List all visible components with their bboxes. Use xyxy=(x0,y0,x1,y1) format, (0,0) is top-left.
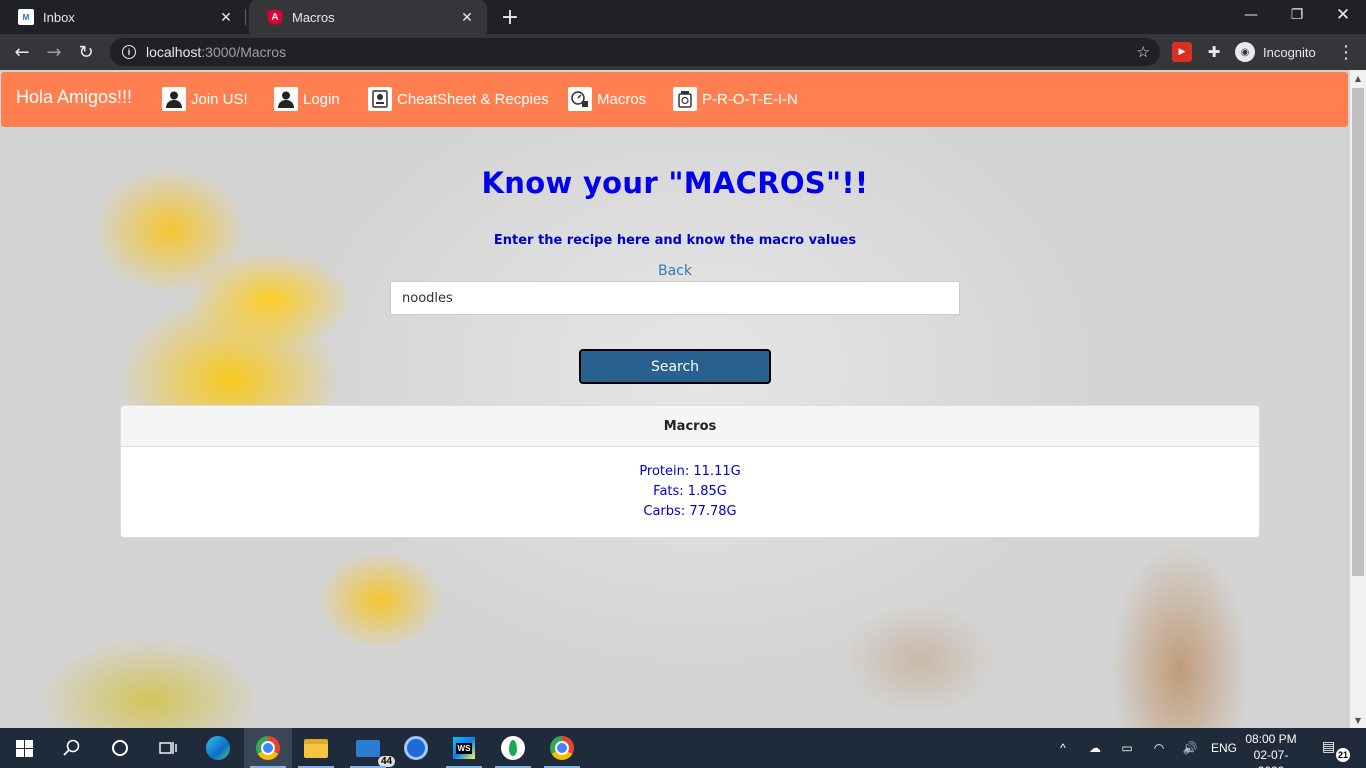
file-explorer-icon[interactable] xyxy=(292,728,340,768)
incognito-icon: ◉ xyxy=(1235,42,1255,62)
language-indicator[interactable]: ENG xyxy=(1208,728,1240,768)
search-button[interactable]: Search xyxy=(579,349,771,384)
puzzle-icon[interactable]: ✚ xyxy=(1204,42,1224,62)
volume-icon[interactable]: 🔊 xyxy=(1178,728,1202,768)
nav-label: Macros xyxy=(597,90,647,108)
user-icon xyxy=(162,87,186,111)
url-host: localhost xyxy=(146,44,202,60)
tab-macros[interactable]: A Macros ✕ xyxy=(249,0,487,34)
incognito-label: Incognito xyxy=(1263,44,1316,60)
angular-icon: A xyxy=(267,9,283,25)
clock-time: 08:00 PM xyxy=(1245,732,1297,746)
info-icon[interactable]: i xyxy=(122,45,136,59)
nav-join-us[interactable]: Join US! xyxy=(162,86,248,112)
macros-values: Protein: 11.11G Fats: 1.85G Carbs: 77.78… xyxy=(121,447,1259,522)
close-icon[interactable]: ✕ xyxy=(218,9,234,26)
envelope-icon: 44 xyxy=(356,739,396,767)
notification-badge: 21 xyxy=(1336,748,1350,762)
tab-title: Inbox xyxy=(43,9,75,25)
show-hidden-icons-chevron-icon[interactable]: ^ xyxy=(1052,728,1074,768)
chrome-icon[interactable] xyxy=(538,728,586,768)
maximize-button[interactable]: ❐ xyxy=(1274,0,1320,30)
page-title: Know your "MACROS"!! xyxy=(481,166,869,200)
nav-macros[interactable]: Macros xyxy=(568,86,646,112)
cortana-icon[interactable] xyxy=(96,728,144,768)
network-error-icon[interactable]: ☁ xyxy=(1084,728,1106,768)
protein-value: Protein: 11.11G xyxy=(639,464,741,479)
page-scrollbar[interactable]: ▲ ▼ xyxy=(1350,70,1366,728)
windows-taskbar: 44 WS ^ ☁ ▭ ◠ 🔊 ENG 08:00 PM 02-07-2020 … xyxy=(0,728,1366,768)
edge-logo xyxy=(206,736,230,760)
chef-icon xyxy=(368,87,392,111)
url-path: :3000/Macros xyxy=(201,44,287,60)
kebab-menu-icon[interactable]: ⋮ xyxy=(1332,38,1360,66)
mongodb-compass-icon[interactable] xyxy=(489,728,537,768)
webstorm-icon[interactable]: WS xyxy=(440,728,488,768)
recipe-search-input[interactable] xyxy=(390,281,960,315)
arc-logo xyxy=(404,736,428,760)
nav-label: Login xyxy=(303,90,340,108)
close-icon[interactable]: ✕ xyxy=(459,9,475,26)
chrome-logo xyxy=(550,736,574,760)
protein-jar-icon xyxy=(673,87,697,111)
tab-strip: M Inbox ✕ A Macros ✕ + — ❐ ✕ xyxy=(0,0,1366,34)
fats-value: Fats: 1.85G xyxy=(653,484,727,499)
brand-title[interactable]: Hola Amigos!!! xyxy=(16,87,132,108)
inbox-icon: M xyxy=(18,9,34,25)
page-subtitle: Enter the recipe here and know the macro… xyxy=(493,233,857,248)
forward-arrow-icon[interactable]: → xyxy=(40,38,68,66)
back-link[interactable]: Back xyxy=(658,263,692,279)
chrome-logo xyxy=(256,736,280,760)
user-icon xyxy=(274,87,298,111)
window-close-button[interactable]: ✕ xyxy=(1320,0,1366,30)
folder-icon xyxy=(304,738,328,758)
start-icon[interactable] xyxy=(0,728,48,768)
wifi-icon[interactable]: ◠ xyxy=(1148,728,1170,768)
back-arrow-icon[interactable]: ← xyxy=(8,38,36,66)
mongodb-leaf-icon xyxy=(501,736,525,760)
scroll-down-icon[interactable]: ▼ xyxy=(1350,712,1366,728)
nav-label: CheatSheet & Recpies xyxy=(397,90,549,108)
taskbar-clock[interactable]: 08:00 PM 02-07-2020 xyxy=(1242,731,1300,768)
nav-label: P-R-O-T-E-I-N xyxy=(702,90,798,108)
page-viewport: Hola Amigos!!! Join US! Login CheatSheet… xyxy=(0,70,1350,728)
macros-panel: Macros Protein: 11.11G Fats: 1.85G Carbs… xyxy=(120,405,1260,538)
webstorm-logo: WS xyxy=(453,737,475,759)
nav-protein[interactable]: P-R-O-T-E-I-N xyxy=(673,86,798,112)
panel-title: Macros xyxy=(121,406,1259,447)
browser-toolbar: ← → ↻ i localhost:3000/Macros ☆ ▶ ✚ ◉ In… xyxy=(0,34,1366,70)
arc-icon[interactable] xyxy=(392,728,440,768)
app-navbar: Hola Amigos!!! Join US! Login CheatSheet… xyxy=(1,72,1348,127)
clock-date: 02-07-2020 xyxy=(1253,748,1289,768)
minimize-button[interactable]: — xyxy=(1228,0,1274,30)
extension-icon[interactable]: ▶ xyxy=(1172,42,1192,62)
scroll-up-icon[interactable]: ▲ xyxy=(1350,70,1366,86)
nav-login[interactable]: Login xyxy=(274,86,340,112)
tab-inbox[interactable]: M Inbox ✕ xyxy=(0,0,246,34)
reload-icon[interactable]: ↻ xyxy=(72,38,100,66)
scale-icon xyxy=(568,87,592,111)
battery-icon[interactable]: ▭ xyxy=(1116,728,1138,768)
nav-cheatsheet[interactable]: CheatSheet & Recpies xyxy=(368,86,549,112)
address-bar[interactable]: i localhost:3000/Macros ☆ xyxy=(110,38,1160,66)
new-tab-button[interactable]: + xyxy=(497,4,523,30)
edge-icon[interactable] xyxy=(194,728,242,768)
notification-icon[interactable]: ▤ 21 xyxy=(1322,738,1350,762)
incognito-indicator[interactable]: ◉ Incognito xyxy=(1235,40,1316,64)
carbs-value: Carbs: 77.78G xyxy=(643,504,737,519)
back-link-row: Back xyxy=(0,263,1350,279)
nav-label: Join US! xyxy=(191,90,248,108)
scroll-thumb[interactable] xyxy=(1352,88,1364,576)
tab-divider xyxy=(245,9,246,25)
chrome-icon[interactable] xyxy=(244,728,292,768)
tab-title: Macros xyxy=(292,9,335,25)
mail-icon[interactable]: 44 xyxy=(344,728,396,768)
task-view-icon[interactable] xyxy=(144,728,192,768)
bookmark-star-icon[interactable]: ☆ xyxy=(1137,43,1150,61)
search-icon[interactable] xyxy=(48,728,96,768)
